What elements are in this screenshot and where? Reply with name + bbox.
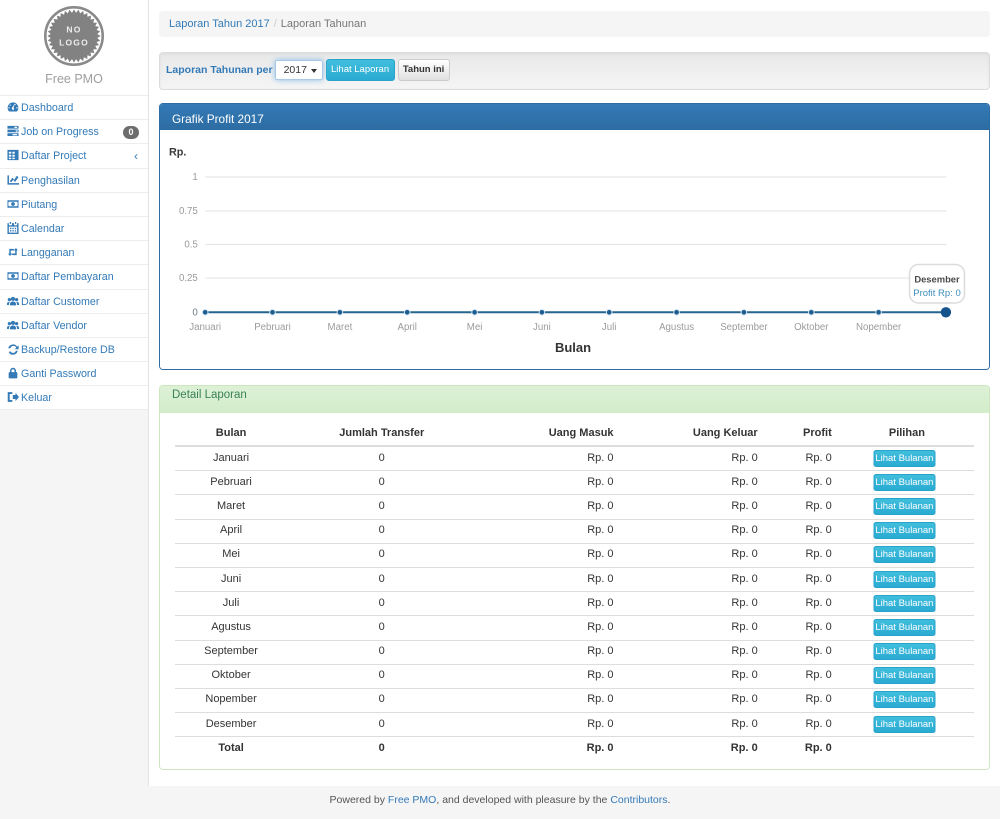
svg-text:Maret: Maret	[328, 322, 353, 333]
svg-text:April: April	[398, 322, 417, 333]
svg-text:Agustus: Agustus	[659, 322, 694, 333]
svg-text:Bulan: Bulan	[555, 340, 591, 355]
svg-text:0.25: 0.25	[179, 273, 198, 284]
svg-text:Juni: Juni	[533, 322, 551, 333]
svg-text:0.75: 0.75	[179, 206, 198, 217]
svg-text:1: 1	[192, 172, 197, 183]
svg-text:September: September	[720, 322, 768, 333]
svg-text:0: 0	[192, 307, 198, 318]
svg-text:LOGO: LOGO	[59, 38, 89, 48]
svg-text:NO: NO	[66, 25, 81, 35]
svg-text:Pebruari: Pebruari	[254, 322, 291, 333]
svg-text:Mei: Mei	[467, 322, 483, 333]
svg-text:Profit Rp: 0: Profit Rp: 0	[913, 288, 961, 299]
svg-text:Desember: Desember	[914, 273, 960, 284]
svg-text:Januari: Januari	[189, 322, 221, 333]
svg-text:Juli: Juli	[602, 322, 617, 333]
svg-text:0.5: 0.5	[184, 240, 197, 251]
svg-text:Nopember: Nopember	[856, 322, 902, 333]
svg-text:Oktober: Oktober	[794, 322, 829, 333]
svg-text:Rp.: Rp.	[169, 147, 186, 159]
